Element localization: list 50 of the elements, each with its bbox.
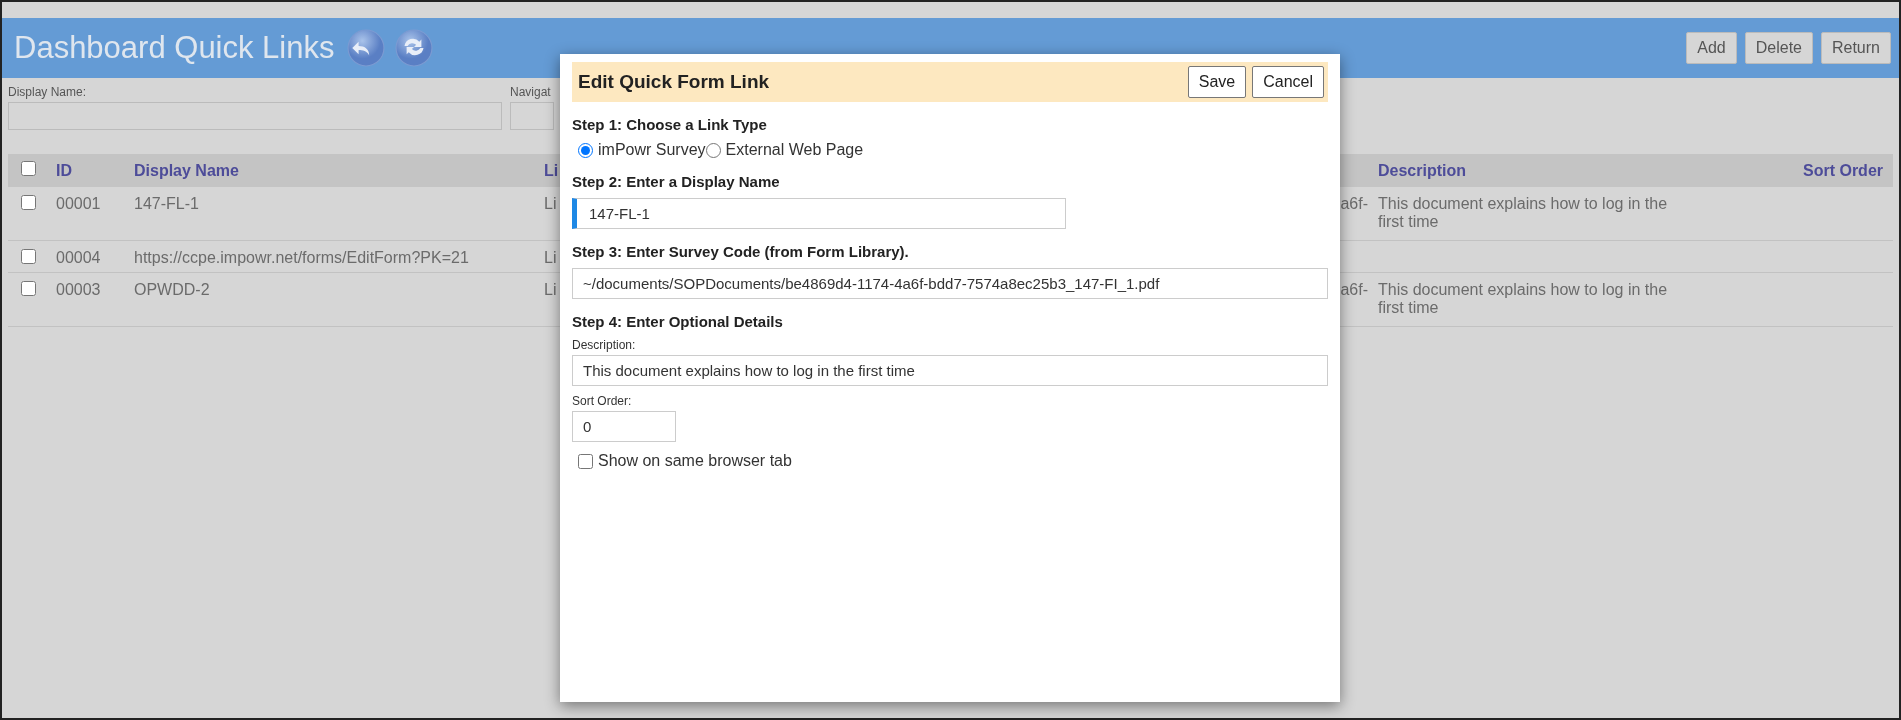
step-heading: Step 3: Enter Survey Code (from Form Library).	[572, 243, 910, 260]
filter-field[interactable]	[510, 102, 554, 130]
radio-button[interactable]	[705, 142, 721, 158]
column-header[interactable]: Li	[544, 161, 559, 179]
select-all-checkbox[interactable]	[21, 161, 36, 176]
survey-code-field[interactable]: ~/documents/SOPDocuments/be4869d4-1174-4a6f-bdd7-7574a8ec25b3_147-FI_1.pdf	[572, 268, 1328, 299]
column-header[interactable]: Sort Order	[1803, 161, 1883, 179]
toolbar-button[interactable]: Delete	[1744, 32, 1813, 64]
table-cell: Li	[544, 195, 557, 212]
column-header[interactable]: Display Name	[134, 161, 239, 179]
dialog-button[interactable]: Save	[1187, 66, 1247, 98]
step-heading: Step 2: Enter a Display Name	[572, 173, 781, 190]
table-cell: https://ccpe.impowr.net/forms/EditForm?PK=21	[134, 249, 469, 266]
step-heading: Step 4: Enter Optional Details	[572, 313, 784, 330]
sort-order-field[interactable]: 0	[572, 411, 676, 442]
display-name-field[interactable]: 147-FL-1	[572, 198, 1066, 229]
table-cell: 00004	[56, 249, 101, 266]
table-cell: Li	[544, 249, 557, 266]
table-cell: a6f-	[1340, 195, 1368, 212]
table-cell: a6f-	[1340, 281, 1368, 298]
row-checkbox[interactable]	[21, 281, 36, 296]
step-heading: Step 1: Choose a Link Type	[572, 116, 768, 133]
dialog-button[interactable]: Cancel	[1252, 66, 1324, 98]
filter-field[interactable]	[8, 102, 502, 130]
table-cell: This document explains how to log in the first time	[1378, 195, 1668, 230]
filter-label: Display Name:	[8, 85, 88, 99]
row-checkbox[interactable]	[21, 249, 36, 264]
dialog-title: Edit Quick Form Link	[578, 71, 771, 93]
toolbar-button[interactable]: Add	[1686, 32, 1737, 64]
checkbox[interactable]	[578, 453, 593, 469]
field-label: Description:	[572, 338, 637, 352]
page-title: Dashboard Quick Links	[14, 30, 335, 66]
field-label: Sort Order:	[572, 394, 633, 408]
table-cell: 00003	[56, 281, 101, 298]
table-cell: OPWDD-2	[134, 281, 210, 298]
radio-label: imPowr Survey	[598, 141, 706, 159]
table-cell: 147-FL-1	[134, 195, 199, 212]
table-cell: Li	[544, 281, 557, 298]
column-header[interactable]: Description	[1378, 161, 1466, 179]
description-field[interactable]: This document explains how to log in the first time	[572, 355, 1328, 386]
checkbox-label: Show on same browser tab	[598, 452, 792, 470]
toolbar-button[interactable]: Return	[1820, 32, 1891, 64]
refresh-icon[interactable]	[394, 29, 433, 67]
column-header[interactable]: ID	[56, 161, 72, 179]
filter-label: Navigat	[510, 85, 552, 99]
radio-button[interactable]	[578, 142, 593, 158]
radio-label: External Web Page	[725, 141, 864, 159]
table-cell: This document explains how to log in the first time	[1378, 281, 1668, 316]
table-cell: 00001	[56, 195, 101, 212]
row-checkbox[interactable]	[21, 195, 36, 210]
